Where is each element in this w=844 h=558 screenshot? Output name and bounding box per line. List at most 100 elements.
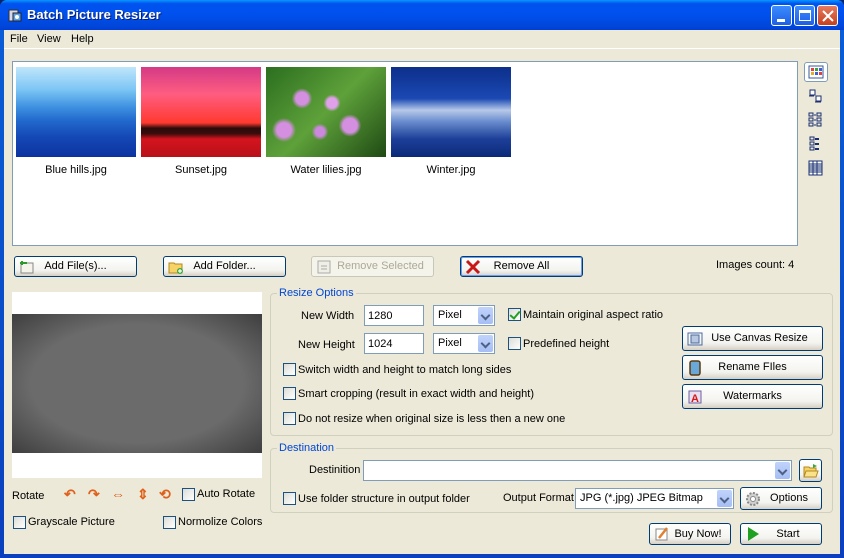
destination-label: Destinition [309,464,361,476]
view-list-button[interactable] [804,111,828,131]
predefined-height-checkbox[interactable] [508,337,521,350]
no-upscale-label: Do not resize when original size is less… [298,413,566,425]
smart-crop-checkbox[interactable] [283,387,296,400]
flip-horizontal-icon[interactable]: ⇔ [111,486,125,502]
start-label: Start [776,528,800,540]
use-canvas-resize-button[interactable]: Use Canvas Resize [682,326,823,351]
thumbnail-image [266,67,386,157]
add-folder-icon [168,262,183,274]
preview-image [12,314,262,453]
view-icons-button[interactable] [804,87,828,107]
watermarks-button[interactable]: A Watermarks [682,384,823,409]
gear-icon [746,492,760,506]
chevron-down-icon [775,462,790,479]
normalize-colors-checkbox[interactable] [163,516,176,529]
view-thumbnails-button[interactable] [804,62,828,82]
thumbnail-caption: Sunset.jpg [175,164,227,176]
rotate-left-icon[interactable]: ↶ [64,486,76,503]
remove-selected-label: Remove Selected [337,260,424,272]
new-height-input[interactable] [364,333,424,354]
image-list[interactable]: Blue hills.jpg Sunset.jpg Water lilies.j… [12,61,798,246]
rotate-label: Rotate [12,490,45,502]
thumbnail-item[interactable]: Water lilies.jpg [266,67,386,176]
details-view-icon [808,160,823,176]
thumbnails-view-icon [808,65,824,79]
thumbnail-item[interactable]: Winter.jpg [391,67,511,176]
close-button[interactable] [817,5,838,26]
thumbnail-caption: Water lilies.jpg [290,164,362,176]
rotate-180-icon[interactable]: ⟲ [159,486,171,503]
minimize-button[interactable] [771,5,792,26]
remove-all-icon [465,259,481,275]
output-format-value: JPG (*.jpg) JPEG Bitmap [580,492,703,504]
remove-all-label: Remove All [493,260,550,272]
app-icon [8,9,22,22]
height-unit-select[interactable]: Pixel [433,333,495,354]
view-details-button[interactable] [804,159,828,179]
new-width-input[interactable] [364,305,424,326]
buy-now-button[interactable]: Buy Now! [649,523,731,545]
maximize-icon [799,10,811,21]
menu-bar: File View Help [4,30,840,49]
predefined-height-label: Predefined height [523,338,610,350]
add-folder-label: Add Folder... [193,260,256,272]
rotate-right-icon[interactable]: ↷ [88,486,100,503]
rename-files-button[interactable]: Rename FIles [682,355,823,380]
thumbnail-image [141,67,261,157]
add-folder-button[interactable]: Add Folder... [163,256,286,277]
switch-sides-checkbox[interactable] [283,363,296,376]
browse-folder-button[interactable] [799,459,822,482]
resize-options-title: Resize Options [277,287,356,299]
small-list-view-icon [809,136,819,151]
play-icon [748,527,759,541]
new-height-label: New Height [298,339,355,351]
remove-selected-icon [317,260,331,274]
options-button[interactable]: Options [740,487,822,510]
thumbnail-caption: Winter.jpg [426,164,476,176]
remove-selected-button[interactable]: Remove Selected [311,256,434,277]
list-view-icon [808,112,822,127]
menu-view[interactable]: View [37,33,61,45]
images-count: Images count: 4 [716,259,795,271]
svg-text:A: A [691,393,699,405]
thumbnail-image [16,67,136,157]
watermark-icon: A [688,390,702,405]
start-button[interactable]: Start [740,523,822,545]
flip-vertical-icon[interactable]: ⇕ [137,486,149,503]
menu-help[interactable]: Help [71,33,94,45]
width-unit-select[interactable]: Pixel [433,305,495,326]
height-unit-value: Pixel [438,337,462,349]
canvas-icon [687,332,703,346]
window-title: Batch Picture Resizer [27,7,161,22]
thumbnail-image [391,67,511,157]
maximize-button[interactable] [794,5,815,26]
icons-view-icon [809,89,822,103]
add-files-label: Add File(s)... [44,260,107,272]
view-small-list-button[interactable] [804,135,828,155]
folder-structure-checkbox[interactable] [283,492,296,505]
thumbnail-item[interactable]: Blue hills.jpg [16,67,136,176]
menu-file[interactable]: File [10,33,28,45]
chevron-down-icon [478,307,493,324]
minimize-icon [777,19,785,22]
watermarks-label: Watermarks [723,390,782,402]
title-bar[interactable]: Batch Picture Resizer [0,0,844,30]
app-window: Batch Picture Resizer File View Help Blu… [0,0,844,558]
auto-rotate-label: Auto Rotate [197,488,256,500]
thumbnail-item[interactable]: Sunset.jpg [141,67,261,176]
maintain-aspect-checkbox[interactable] [508,308,521,321]
remove-all-button[interactable]: Remove All [460,256,583,277]
add-file-icon [20,261,34,274]
folder-open-icon [803,464,819,478]
no-upscale-checkbox[interactable] [283,412,296,425]
use-canvas-resize-label: Use Canvas Resize [711,332,808,344]
add-files-button[interactable]: Add File(s)... [14,256,137,277]
destination-input[interactable] [363,460,792,481]
close-icon [822,10,834,22]
thumbnail-caption: Blue hills.jpg [45,164,107,176]
grayscale-checkbox[interactable] [13,516,26,529]
auto-rotate-checkbox[interactable] [182,488,195,501]
output-format-select[interactable]: JPG (*.jpg) JPEG Bitmap [575,488,734,509]
preview-pane [12,292,262,478]
chevron-down-icon [478,335,493,352]
